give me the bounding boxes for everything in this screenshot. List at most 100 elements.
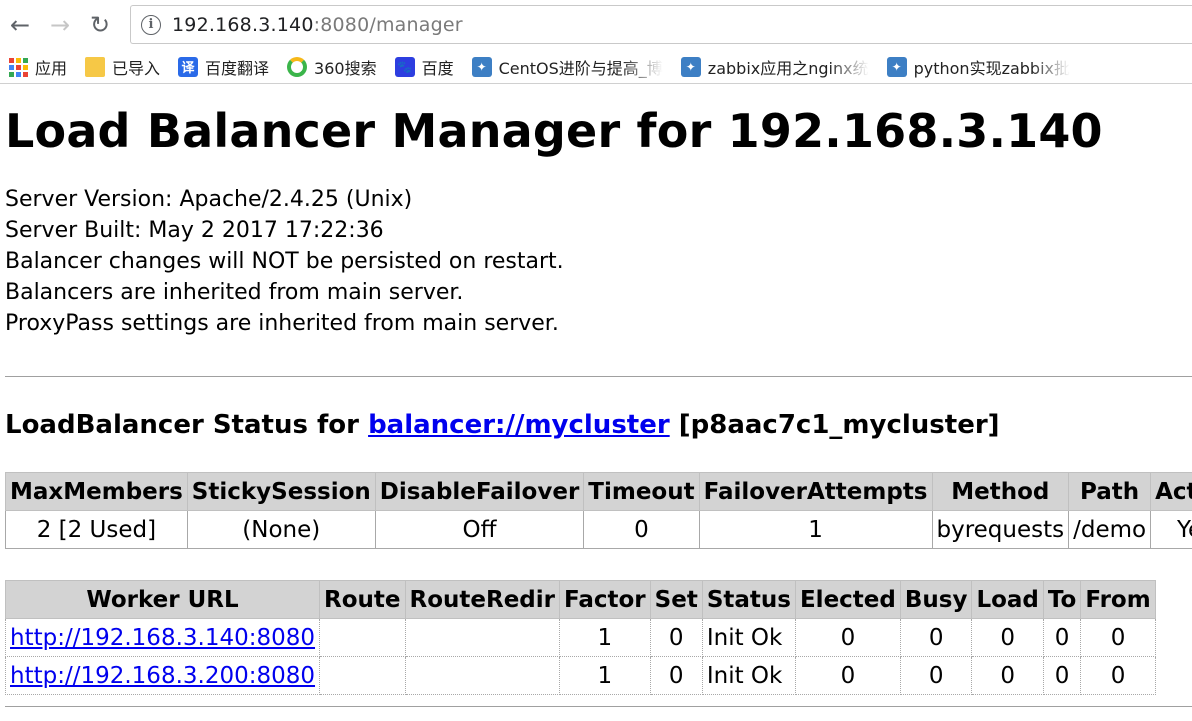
bookmark-python-zabbix[interactable]: ✦ python实现zabbix批 — [886, 55, 1070, 79]
col-timeout: Timeout — [583, 472, 700, 511]
server-version: Server Version: Apache/2.4.25 (Unix) — [5, 187, 413, 212]
balancer-link[interactable]: balancer://mycluster — [368, 410, 670, 440]
bookmark-label: CentOS进阶与提高_博 — [498, 58, 663, 78]
worker-url-link[interactable]: http://192.168.3.140:8080 — [10, 625, 315, 651]
method-value: byrequests — [931, 510, 1070, 549]
col-set: Set — [649, 580, 703, 619]
set-value: 0 — [649, 656, 703, 695]
bookmark-baidu[interactable]: 🐾 百度 — [394, 55, 454, 79]
back-icon[interactable]: ← — [0, 5, 40, 45]
blog-icon: ✦ — [680, 56, 701, 77]
disablefailover-value: Off — [374, 510, 585, 549]
divider — [5, 376, 1192, 377]
bookmark-label: 360搜索 — [314, 58, 377, 78]
balancers-inherited: Balancers are inherited from main server… — [5, 280, 464, 305]
maxmembers-value: 2 [2 Used] — [5, 510, 188, 549]
route-value — [319, 656, 406, 695]
balancer-table: MaxMembers StickySession DisableFailover… — [5, 472, 1192, 549]
col-load: Load — [971, 580, 1044, 619]
busy-value: 0 — [899, 618, 973, 657]
path-value: /demo — [1068, 510, 1152, 549]
table-header-row: MaxMembers StickySession DisableFailover… — [5, 472, 1192, 511]
url-path: :8080/manager — [313, 13, 463, 36]
divider — [5, 706, 1192, 707]
failoverattempts-value: 1 — [698, 510, 933, 549]
col-active: Active — [1150, 472, 1192, 511]
col-busy: Busy — [899, 580, 973, 619]
reload-icon[interactable]: ↻ — [80, 5, 120, 45]
bookmarks-bar: 应用 已导入 译 百度翻译 360搜索 🐾 百度 ✦ CentOS进阶与提高_博… — [0, 50, 1192, 84]
balancer-id: [p8aac7c1_mycluster] — [669, 410, 1000, 440]
server-built: Server Built: May 2 2017 17:22:36 — [5, 218, 384, 243]
col-disablefailover: DisableFailover — [374, 472, 585, 511]
bookmark-imported[interactable]: 已导入 — [85, 55, 160, 79]
status-prefix: LoadBalancer Status for — [5, 410, 369, 440]
col-worker-url: Worker URL — [4, 580, 321, 619]
col-method: Method — [931, 472, 1070, 511]
apps-grid-icon — [8, 57, 28, 77]
browser-toolbar: ← → ↻ i 192.168.3.140:8080/manager — [0, 0, 1192, 50]
bookmark-360-search[interactable]: 360搜索 — [287, 55, 377, 79]
elected-value: 0 — [794, 618, 901, 657]
to-value: 0 — [1042, 618, 1082, 657]
bookmark-label: 已导入 — [112, 58, 161, 78]
col-routeredir: RouteRedir — [404, 580, 560, 619]
blog-icon: ✦ — [886, 56, 907, 77]
status-value: Init Ok — [701, 656, 796, 695]
col-elected: Elected — [794, 580, 901, 619]
balancer-status-heading: LoadBalancer Status for balancer://myclu… — [5, 408, 1000, 442]
server-info: Server Version: Apache/2.4.25 (Unix) Ser… — [5, 184, 1187, 339]
worker-url-cell: http://192.168.3.140:8080 — [4, 618, 321, 657]
bookmark-centos[interactable]: ✦ CentOS进阶与提高_博 — [471, 55, 663, 79]
to-value: 0 — [1042, 656, 1082, 695]
busy-value: 0 — [899, 656, 973, 695]
bookmark-label: 应用 — [35, 58, 68, 78]
proxypass-inherited: ProxyPass settings are inherited from ma… — [5, 311, 559, 336]
col-to: To — [1042, 580, 1082, 619]
bookmark-label: python实现zabbix批 — [913, 58, 1070, 78]
table-row: 2 [2 Used] (None) Off 0 1 byrequests /de… — [5, 510, 1192, 549]
page-content: Load Balancer Manager for 192.168.3.140 … — [0, 102, 1192, 339]
folder-icon — [85, 56, 106, 77]
baidu-paw-icon: 🐾 — [394, 56, 415, 77]
factor-value: 1 — [558, 618, 651, 657]
col-status: Status — [701, 580, 796, 619]
bookmark-label: zabbix应用之nginx统 — [707, 58, 869, 78]
factor-value: 1 — [558, 656, 651, 695]
load-value: 0 — [971, 656, 1044, 695]
worker-url-cell: http://192.168.3.200:8080 — [4, 656, 321, 695]
bookmark-apps[interactable]: 应用 — [8, 55, 67, 79]
timeout-value: 0 — [583, 510, 700, 549]
bookmark-label: 百度 — [421, 58, 454, 78]
load-value: 0 — [971, 618, 1044, 657]
col-path: Path — [1068, 472, 1152, 511]
info-icon[interactable]: i — [141, 14, 161, 35]
bookmark-label: 百度翻译 — [205, 58, 270, 78]
active-value: Yes — [1150, 510, 1192, 549]
address-bar[interactable]: i 192.168.3.140:8080/manager — [130, 5, 1192, 44]
worker-url-link[interactable]: http://192.168.3.200:8080 — [10, 663, 315, 689]
bookmark-baidu-fanyi[interactable]: 译 百度翻译 — [178, 55, 269, 79]
col-from: From — [1080, 580, 1156, 619]
360-search-icon — [287, 56, 308, 77]
table-header-row: Worker URL Route RouteRedir Factor Set S… — [4, 580, 1156, 619]
bookmark-zabbix-nginx[interactable]: ✦ zabbix应用之nginx统 — [680, 55, 869, 79]
col-stickysession: StickySession — [186, 472, 376, 511]
url-host: 192.168.3.140 — [172, 13, 314, 36]
routeredir-value — [404, 656, 560, 695]
col-maxmembers: MaxMembers — [5, 472, 188, 511]
col-route: Route — [319, 580, 406, 619]
url-text[interactable]: 192.168.3.140:8080/manager — [172, 14, 463, 36]
table-row: http://192.168.3.200:8080 1 0 Init Ok 0 … — [4, 656, 1156, 695]
stickysession-value: (None) — [186, 510, 376, 549]
status-value: Init Ok — [701, 618, 796, 657]
forward-icon[interactable]: → — [40, 5, 80, 45]
elected-value: 0 — [794, 656, 901, 695]
blog-icon: ✦ — [471, 56, 492, 77]
routeredir-value — [404, 618, 560, 657]
baidu-fanyi-icon: 译 — [178, 56, 199, 77]
route-value — [319, 618, 406, 657]
col-failoverattempts: FailoverAttempts — [698, 472, 933, 511]
table-row: http://192.168.3.140:8080 1 0 Init Ok 0 … — [4, 618, 1156, 657]
from-value: 0 — [1080, 656, 1156, 695]
